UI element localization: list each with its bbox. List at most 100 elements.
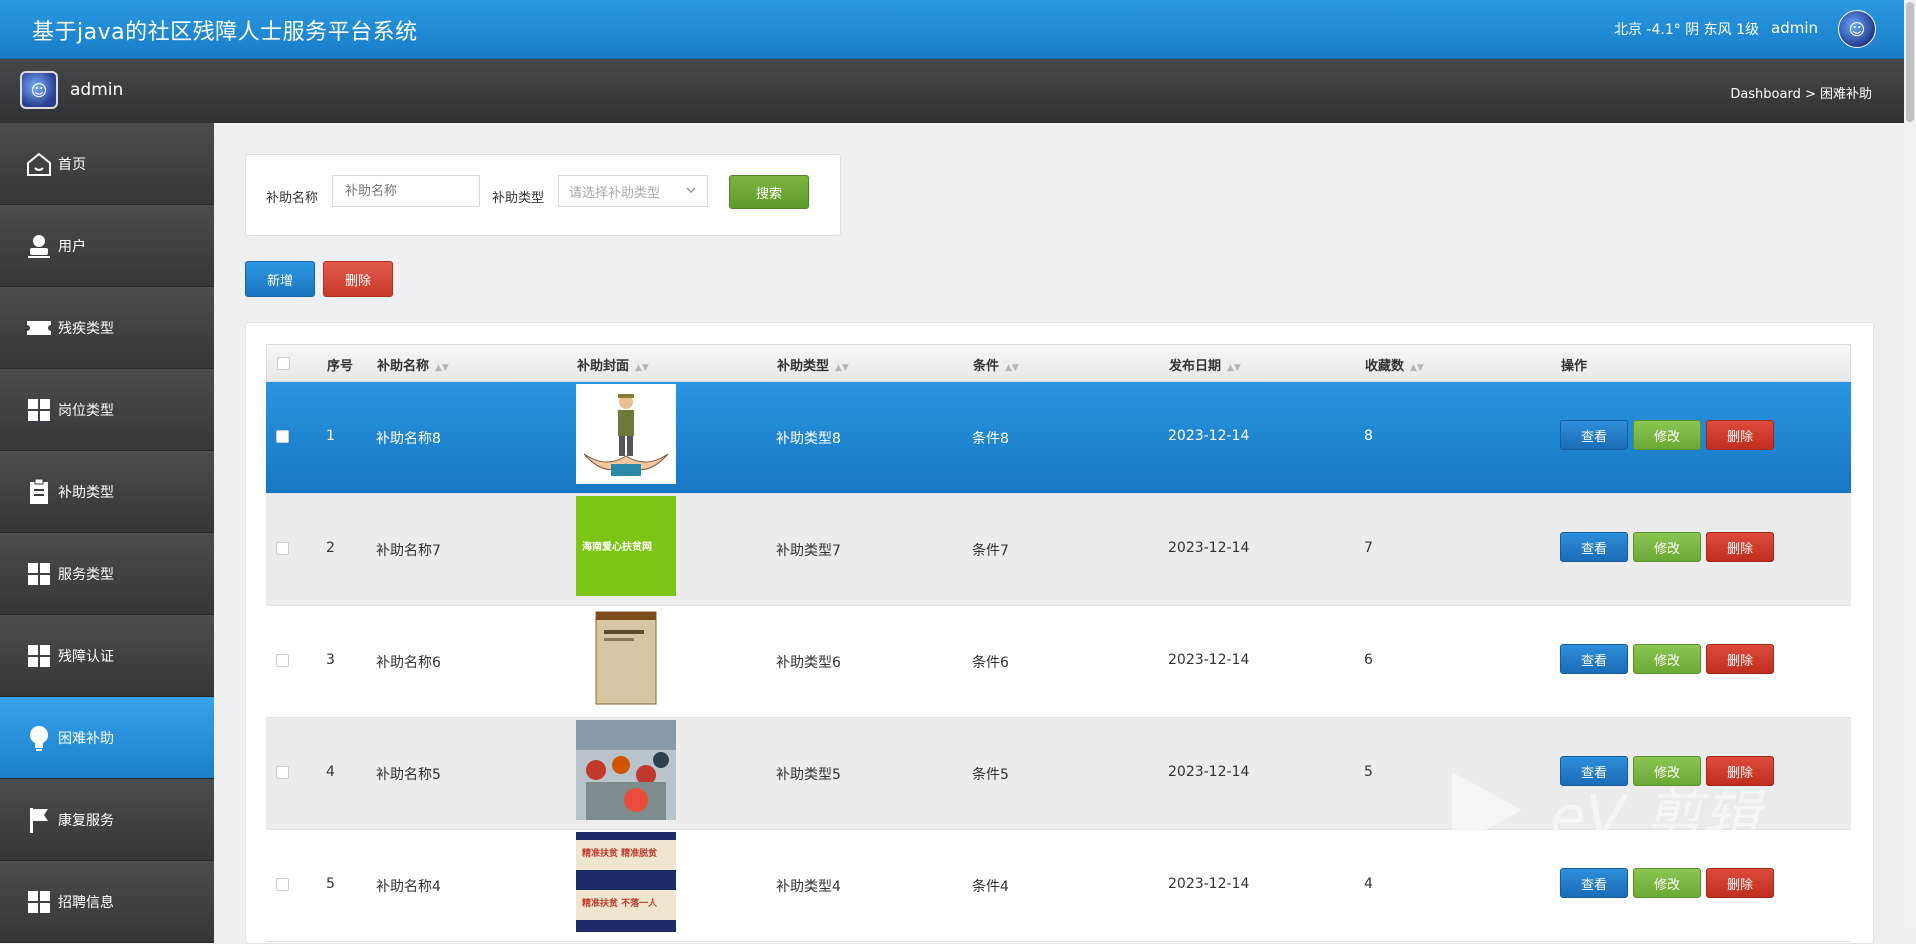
cell-condition: 条件7 xyxy=(972,543,1009,559)
sidebar-item-label: 残障认证 xyxy=(58,648,114,665)
sidebar-item-subsidy-type[interactable]: 补助类型 xyxy=(0,451,214,533)
edit-button[interactable]: 修改 xyxy=(1633,420,1701,450)
cell-name: 补助名称8 xyxy=(376,431,441,447)
breadcrumb: Dashboard > 困难补助 xyxy=(1730,87,1872,102)
edit-button[interactable]: 修改 xyxy=(1633,644,1701,674)
cell-name: 补助名称5 xyxy=(376,767,441,783)
row-checkbox[interactable] xyxy=(276,542,289,555)
delete-button[interactable]: 删除 xyxy=(1706,532,1774,562)
delete-button[interactable]: 删除 xyxy=(1706,420,1774,450)
edit-button[interactable]: 修改 xyxy=(1633,756,1701,786)
cell-favorites: 5 xyxy=(1364,764,1373,780)
sidebar-item-label: 残疾类型 xyxy=(58,320,114,337)
table-row[interactable]: 4 补助名称5 补助类型5 条件5 2023-12-14 5 查看 修改 删除 xyxy=(266,718,1851,830)
add-button[interactable]: 新增 xyxy=(245,261,315,297)
subsidy-name-input[interactable] xyxy=(332,175,480,207)
table-row[interactable]: 1 补助名称8 补助类型8 条件8 2023-12-14 8 查看 修改 删除 xyxy=(266,382,1851,494)
view-button[interactable]: 查看 xyxy=(1560,644,1628,674)
cell-condition: 条件5 xyxy=(972,767,1009,783)
grid-icon xyxy=(24,395,54,425)
thumb-caption-bottom: 精准扶贫 不落一人 xyxy=(582,899,658,909)
sidebar-item-label: 用户 xyxy=(58,238,86,255)
cell-date: 2023-12-14 xyxy=(1168,428,1250,444)
col-name[interactable]: 补助名称 ▲▼ xyxy=(377,355,449,374)
name-label: 补助名称 xyxy=(266,191,319,206)
col-index: 序号 xyxy=(327,359,354,374)
page-scrollbar[interactable] xyxy=(1904,0,1916,932)
watermark-play-icon xyxy=(1452,772,1522,848)
header-username[interactable]: admin xyxy=(1771,19,1818,37)
cell-condition: 条件6 xyxy=(972,655,1009,671)
cell-name: 补助名称6 xyxy=(376,655,441,671)
cell-condition: 条件4 xyxy=(972,879,1009,895)
delete-button[interactable]: 删除 xyxy=(1706,868,1774,898)
select-all-checkbox[interactable] xyxy=(277,357,290,370)
view-button[interactable]: 查看 xyxy=(1560,532,1628,562)
grid-icon xyxy=(24,887,54,917)
flag-icon xyxy=(24,805,54,835)
cell-index: 5 xyxy=(326,876,335,892)
scroll-thumb[interactable] xyxy=(1906,2,1914,122)
sidebar-item-hardship-subsidy[interactable]: 困难补助 xyxy=(0,697,214,779)
col-favorites[interactable]: 收藏数 ▲▼ xyxy=(1365,355,1424,374)
thumb-caption-top: 精准扶贫 精准脱贫 xyxy=(582,849,658,859)
ticket-icon xyxy=(24,313,54,343)
delete-button[interactable]: 删除 xyxy=(1706,756,1774,786)
sort-icon: ▲▼ xyxy=(1410,363,1424,373)
cell-name: 补助名称4 xyxy=(376,879,441,895)
sort-icon: ▲▼ xyxy=(835,363,849,373)
cell-index: 4 xyxy=(326,764,335,780)
subsidy-type-select[interactable]: 请选择补助类型 xyxy=(558,175,708,207)
col-condition[interactable]: 条件 ▲▼ xyxy=(973,355,1019,374)
clipboard-icon xyxy=(24,477,54,507)
sidebar-item-service-type[interactable]: 服务类型 xyxy=(0,533,214,615)
cell-index: 2 xyxy=(326,540,335,556)
sort-icon: ▲▼ xyxy=(1005,363,1019,373)
cell-date: 2023-12-14 xyxy=(1168,652,1250,668)
cover-image: 精准扶贫 精准脱贫 精准扶贫 不落一人 xyxy=(576,832,676,932)
view-button[interactable]: 查看 xyxy=(1560,420,1628,450)
row-checkbox[interactable] xyxy=(276,430,289,443)
select-placeholder: 请选择补助类型 xyxy=(569,185,661,201)
lightbulb-icon xyxy=(24,723,54,753)
table-header: 序号 补助名称 ▲▼ 补助封面 ▲▼ 补助类型 ▲▼ 条件 ▲▼ 发布日期 ▲▼ 收藏数 ▲… xyxy=(266,344,1851,382)
row-checkbox[interactable] xyxy=(276,654,289,667)
sidebar-item-recruitment[interactable]: 招聘信息 xyxy=(0,861,214,943)
sidebar-item-disability-cert[interactable]: 残障认证 xyxy=(0,615,214,697)
bulk-delete-button[interactable]: 删除 xyxy=(323,261,393,297)
cover-image xyxy=(576,384,676,484)
table-row[interactable]: 5 补助名称4 精准扶贫 精准脱贫 精准扶贫 不落一人 补助类型4 条件4 20… xyxy=(266,830,1851,942)
sidebar-item-label: 补助类型 xyxy=(58,484,114,501)
edit-button[interactable]: 修改 xyxy=(1633,532,1701,562)
cover-image xyxy=(576,608,676,708)
row-checkbox[interactable] xyxy=(276,766,289,779)
sidebar-item-label: 岗位类型 xyxy=(58,402,114,419)
table-row[interactable]: 3 补助名称6 补助类型6 条件6 2023-12-14 6 查看 修改 删除 xyxy=(266,606,1851,718)
sidebar-item-users[interactable]: 用户 xyxy=(0,205,214,287)
sidebar-item-home[interactable]: 首页 xyxy=(0,123,214,205)
search-button[interactable]: 搜索 xyxy=(729,175,809,209)
edit-button[interactable]: 修改 xyxy=(1633,868,1701,898)
cell-type: 补助类型5 xyxy=(776,767,841,783)
table-row[interactable]: 2 补助名称7 海南爱心扶贫网 补助类型7 条件7 2023-12-14 7 查… xyxy=(266,494,1851,606)
thumb-caption: 海南爱心扶贫网 xyxy=(582,542,652,553)
col-cover[interactable]: 补助封面 ▲▼ xyxy=(577,355,649,374)
sort-icon: ▲▼ xyxy=(1227,363,1241,373)
sidebar-item-label: 首页 xyxy=(58,156,86,173)
cell-type: 补助类型4 xyxy=(776,879,841,895)
row-checkbox[interactable] xyxy=(276,878,289,891)
sidebar-item-job-type[interactable]: 岗位类型 xyxy=(0,369,214,451)
cell-type: 补助类型6 xyxy=(776,655,841,671)
sidebar-item-disability-type[interactable]: 残疾类型 xyxy=(0,287,214,369)
header-avatar[interactable]: ☺ xyxy=(1838,10,1876,48)
sidebar-item-rehab-service[interactable]: 康复服务 xyxy=(0,779,214,861)
view-button[interactable]: 查看 xyxy=(1560,868,1628,898)
col-date[interactable]: 发布日期 ▲▼ xyxy=(1169,355,1241,374)
sort-icon: ▲▼ xyxy=(635,363,649,373)
data-table: 序号 补助名称 ▲▼ 补助封面 ▲▼ 补助类型 ▲▼ 条件 ▲▼ 发布日期 ▲▼ 收藏数 ▲… xyxy=(245,322,1874,944)
sidebar-username: admin xyxy=(70,80,124,100)
col-type[interactable]: 补助类型 ▲▼ xyxy=(777,355,849,374)
delete-button[interactable]: 删除 xyxy=(1706,644,1774,674)
view-button[interactable]: 查看 xyxy=(1560,756,1628,786)
cover-image: 海南爱心扶贫网 xyxy=(576,496,676,596)
